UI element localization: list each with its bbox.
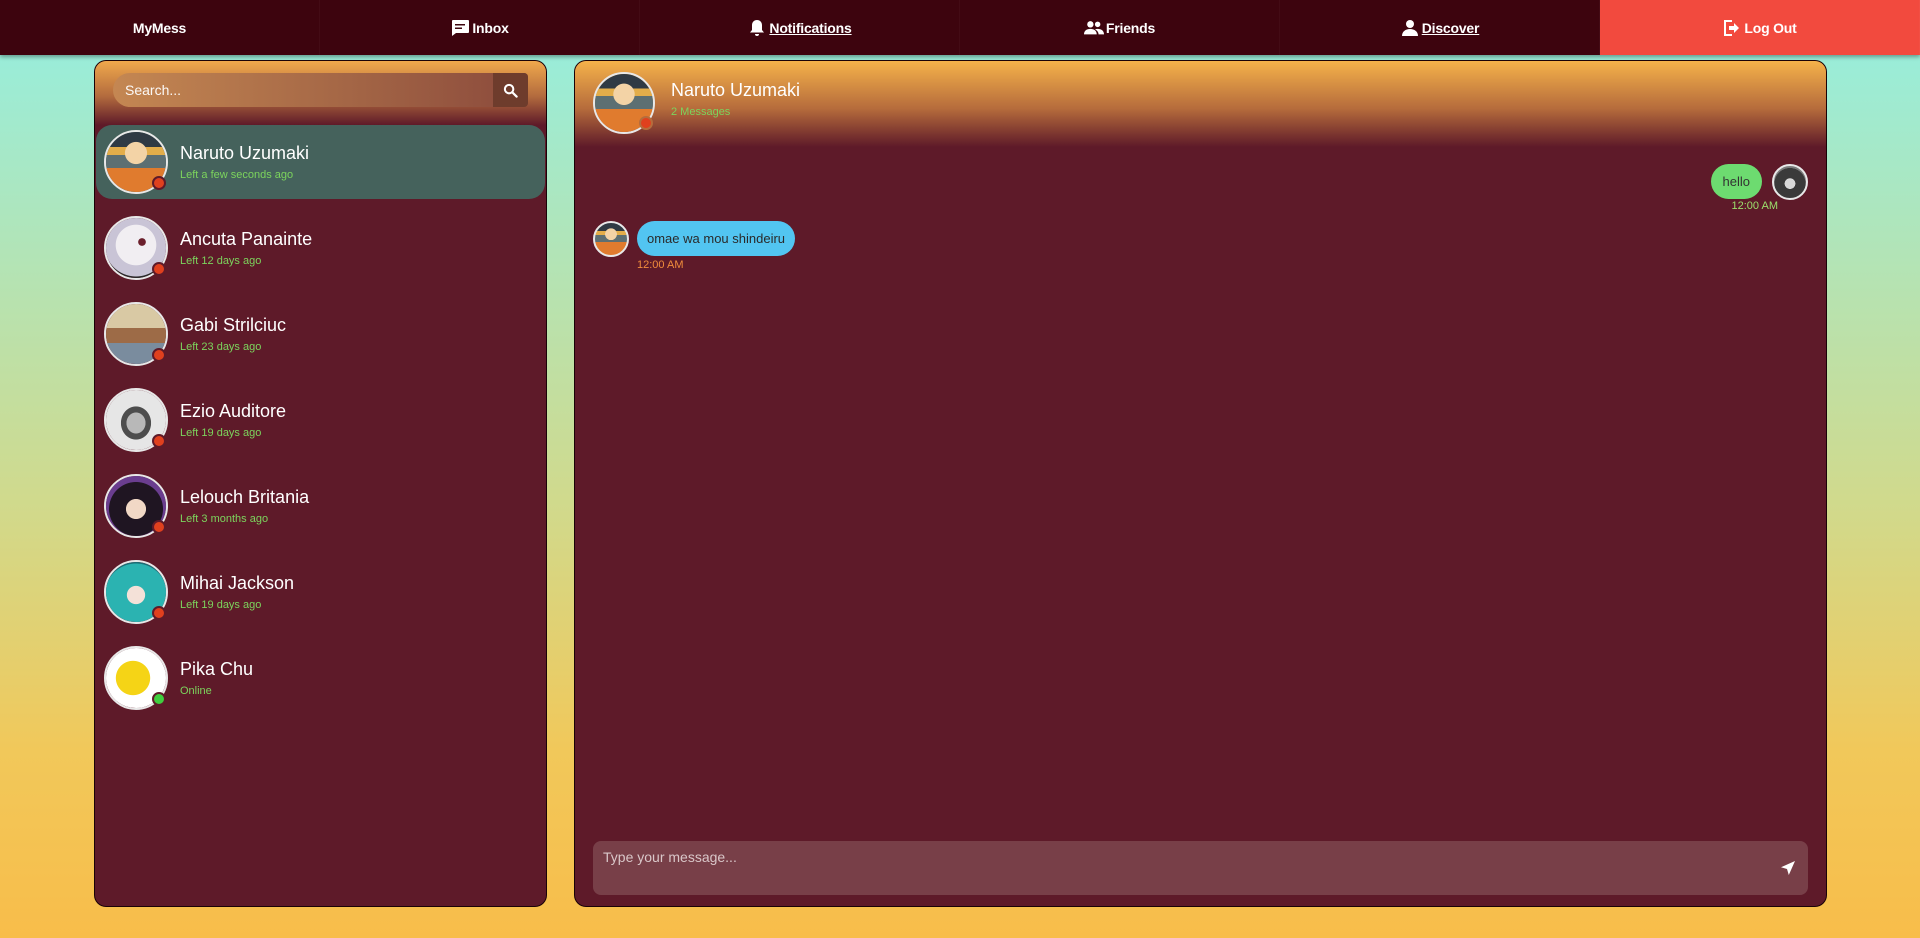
message-time: 12:00 AM [1731,200,1778,212]
chat-header: Naruto Uzumaki 2 Messages [575,61,1826,147]
message-time: 12:00 AM [637,259,684,271]
nav-notifications[interactable]: Notifications [640,0,960,55]
contact-status: Left 23 days ago [180,341,262,353]
offline-status-dot [152,176,166,190]
contact-name: Lelouch Britania [180,487,310,507]
nav-discover-label: Discover [1421,19,1480,36]
contact-name: Naruto Uzumaki [180,143,310,163]
message-count: 2 Messages [671,106,731,118]
offline-status-dot [152,606,166,620]
contact-name: Ezio Auditore [180,401,287,421]
contact-item[interactable]: Mihai Jackson Left 19 days ago [96,555,545,629]
contact-item[interactable]: Pika Chu Online [96,641,545,715]
nav-brand[interactable]: MyMess [0,0,320,55]
sidebar-header [95,61,546,125]
contact-status: Left 19 days ago [180,427,262,439]
contact-status: Left 19 days ago [180,599,262,611]
search-bar [113,73,528,107]
message-icon [452,19,470,36]
offline-status-dot [152,434,166,448]
contact-item[interactable]: Ezio Auditore Left 19 days ago [96,383,545,457]
offline-status-dot [152,520,166,534]
contact-status: Left a few seconds ago [180,169,294,181]
nav-inbox[interactable]: Inbox [320,0,640,55]
avatar [104,474,168,538]
search-icon [503,83,518,98]
brand-label: MyMess [132,19,187,36]
offline-status-dot [152,348,166,362]
send-button[interactable] [1768,841,1808,895]
avatar [104,646,168,710]
contact-name: Mihai Jackson [180,573,295,593]
message-outgoing: hello [1710,164,1808,200]
search-input[interactable] [113,73,493,107]
users-icon [1083,20,1104,34]
avatar [104,302,168,366]
contact-status: Left 3 months ago [180,513,269,525]
message-bubble: hello [1710,164,1762,199]
offline-status-dot [152,262,166,276]
logout-icon [1724,19,1740,36]
chat-avatar[interactable] [593,72,655,134]
contact-name: Gabi Strilciuc [180,315,287,335]
bell-icon [750,19,765,36]
search-button[interactable] [493,73,528,107]
message-incoming: omae wa mou shindeiru [593,221,796,257]
offline-status-dot [639,116,653,130]
contact-name: Pika Chu [180,659,254,679]
avatar [593,221,629,257]
nav-friends-label: Friends [1105,19,1156,36]
top-navbar: MyMess Inbox Notifications Friends Disco… [0,0,1920,55]
contact-status: Online [180,685,212,697]
nav-discover[interactable]: Discover [1280,0,1600,55]
user-icon [1401,19,1418,36]
nav-logout-label: Log Out [1744,19,1797,36]
nav-logout[interactable]: Log Out [1600,0,1920,55]
contact-status: Left 12 days ago [180,255,262,267]
avatar [104,388,168,452]
contact-name: Ancuta Panainte [180,229,313,249]
contacts-sidebar: Naruto Uzumaki Left a few seconds ago An… [94,60,547,907]
avatar [1772,164,1808,200]
contact-item[interactable]: Naruto Uzumaki Left a few seconds ago [96,125,545,199]
contact-item[interactable]: Lelouch Britania Left 3 months ago [96,469,545,543]
message-composer [593,841,1808,895]
avatar [104,130,168,194]
chat-panel: Naruto Uzumaki 2 Messages hello 12:00 AM… [574,60,1827,907]
online-status-dot [152,692,166,706]
avatar [104,560,168,624]
nav-inbox-label: Inbox [472,19,509,36]
nav-friends[interactable]: Friends [960,0,1280,55]
send-icon [1781,861,1795,875]
message-bubble: omae wa mou shindeiru [637,221,796,256]
message-input[interactable] [593,841,1768,895]
avatar [104,216,168,280]
nav-notifications-label: Notifications [769,19,852,36]
chat-title: Naruto Uzumaki [671,80,801,100]
contact-item[interactable]: Gabi Strilciuc Left 23 days ago [96,297,545,371]
contact-item[interactable]: Ancuta Panainte Left 12 days ago [96,211,545,285]
